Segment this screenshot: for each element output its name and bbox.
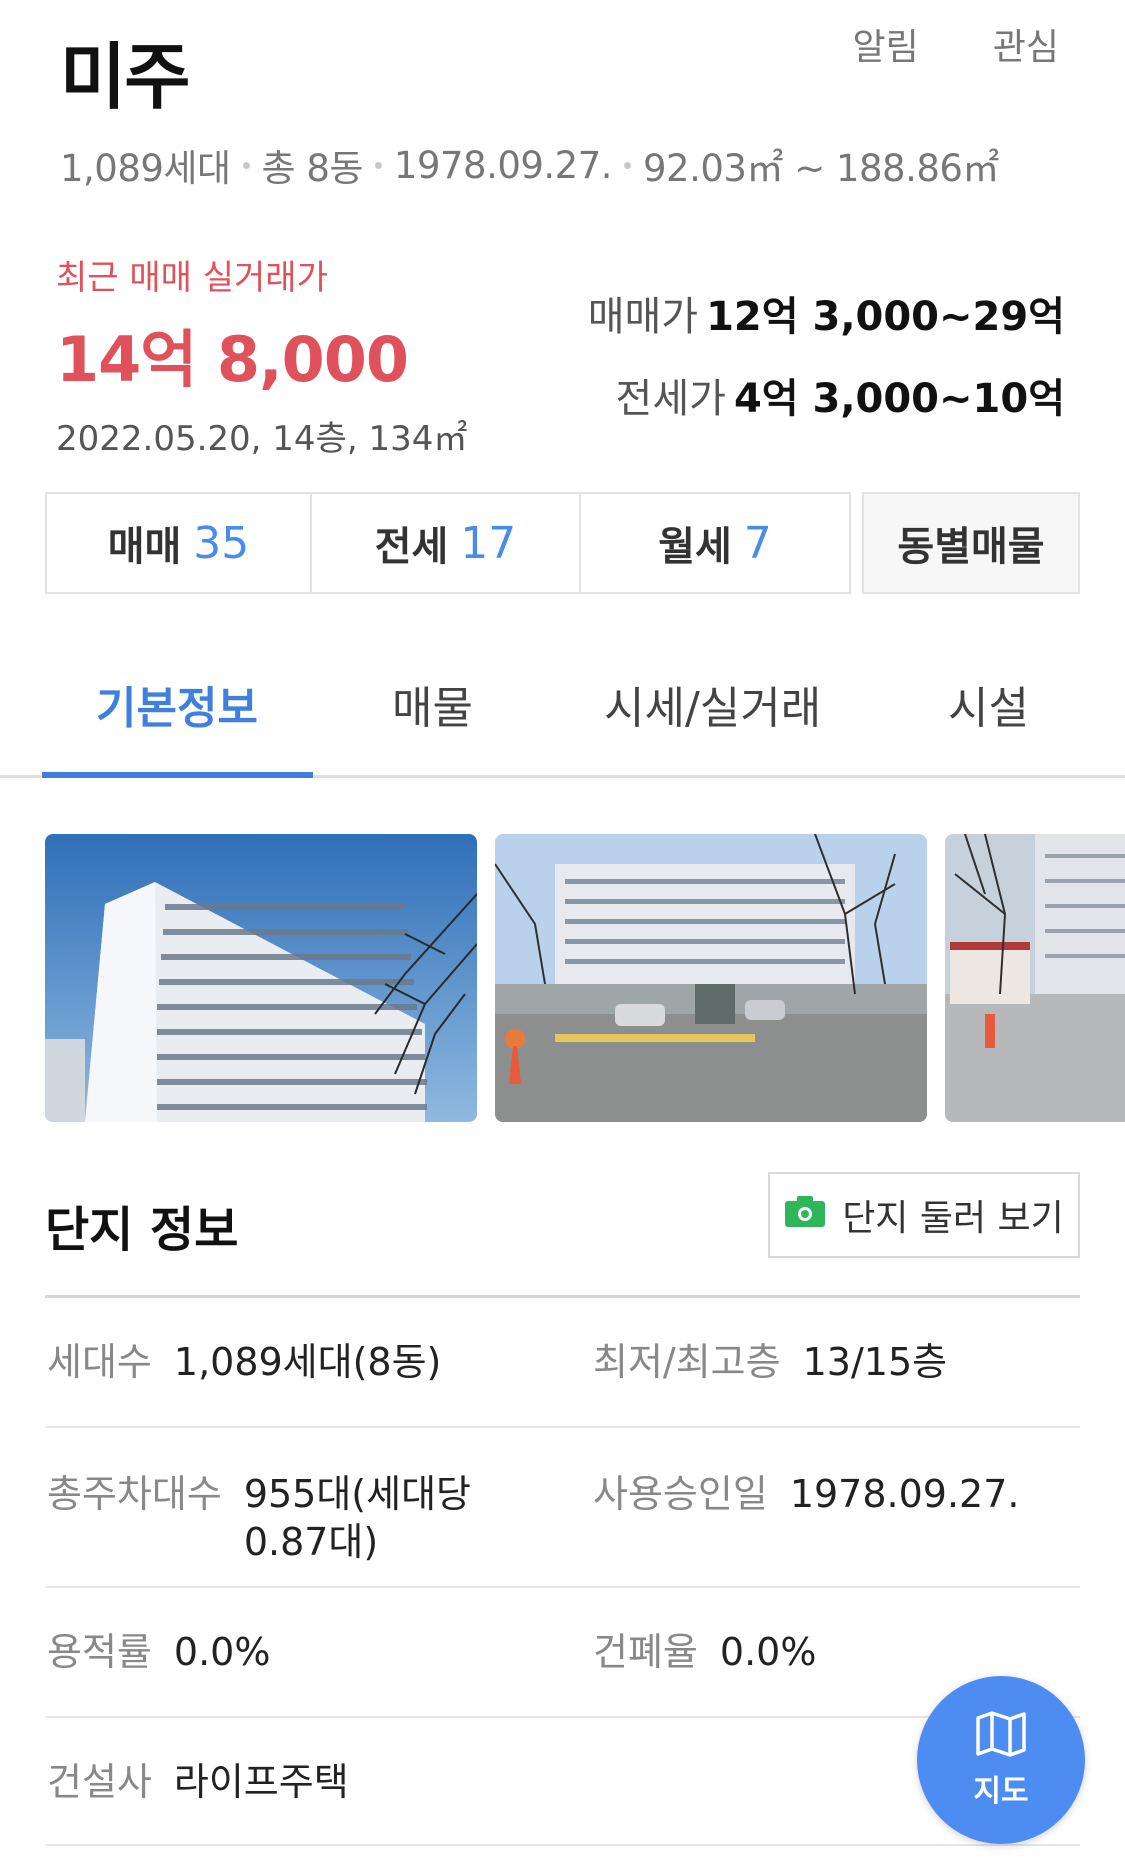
active-tab-indicator — [42, 772, 313, 778]
page-title: 미주 — [60, 35, 190, 119]
info-label: 용적률 — [47, 1630, 152, 1674]
favorite-button[interactable]: 관심 — [993, 18, 1059, 70]
map-button-label: 지도 — [973, 1774, 1029, 1809]
top-actions: 알림 관심 — [853, 18, 1060, 70]
price-range-block: 매매가 12억 3,000~29억 전세가 4억 3,000~10억 — [588, 284, 1065, 448]
by-building-listings-button[interactable]: 동별매물 — [862, 492, 1080, 594]
jeonse-listings-button[interactable]: 전세 17 — [312, 492, 581, 594]
sale-price-label: 매매가 — [587, 294, 699, 340]
info-item: 최저/최고층 13/15층 — [593, 1338, 947, 1386]
info-value: 13/15층 — [802, 1340, 948, 1384]
monthly-rent-listings-count: 7 — [743, 517, 772, 569]
info-item: 사용승인일 1978.09.27. — [593, 1470, 1019, 1518]
info-value: 955대(세대당 0.87대) — [243, 1472, 472, 1564]
tab-listings[interactable]: 매물 — [392, 672, 473, 736]
monthly-rent-listings-label: 월세 — [658, 524, 732, 570]
sale-listings-button[interactable]: 매매 35 — [45, 492, 312, 594]
info-item: 총주차대수 955대(세대당 0.87대) — [47, 1470, 504, 1566]
complex-photo[interactable] — [945, 834, 1125, 1122]
separator-dot — [374, 161, 382, 169]
info-value: 라이프주택 — [173, 1760, 349, 1804]
monthly-rent-listings-button[interactable]: 월세 7 — [581, 492, 851, 594]
sale-price-range: 12억 3,000~29억 — [706, 294, 1065, 340]
sale-price-row: 매매가 12억 3,000~29억 — [588, 284, 1065, 342]
jeonse-listings-count: 17 — [460, 517, 517, 569]
info-item: 건폐율 0.0% — [593, 1628, 816, 1676]
complex-info-header: 단지 정보 단지 둘러 보기 — [45, 1172, 1080, 1292]
info-label: 사용승인일 — [593, 1472, 768, 1516]
alert-button[interactable]: 알림 — [853, 18, 919, 70]
complex-info-title: 단지 정보 — [45, 1202, 239, 1258]
jeonse-price-range: 4억 3,000~10억 — [733, 376, 1065, 422]
map-button[interactable]: 지도 — [917, 1676, 1085, 1844]
info-item: 건설사 라이프주택 — [47, 1758, 349, 1806]
tab-bar: 기본정보 매물 시세/실거래 시설 — [0, 640, 1125, 778]
complex-header: 미주 알림 관심 1,089세대 총 8동 1978.09.27. 92.03㎡… — [0, 0, 1125, 240]
complex-tour-button[interactable]: 단지 둘러 보기 — [768, 1172, 1080, 1258]
info-row: 세대수 1,089세대(8동) 최저/최고층 13/15층 — [45, 1298, 1080, 1428]
complex-tour-label: 단지 둘러 보기 — [842, 1198, 1064, 1239]
jeonse-price-label: 전세가 — [615, 376, 726, 422]
info-value: 1978.09.27. — [789, 1472, 1020, 1516]
listing-count-bar: 매매 35 전세 17 월세 7 동별매물 — [45, 492, 1080, 594]
complex-photo[interactable] — [45, 834, 477, 1122]
separator-dot — [242, 161, 250, 169]
photo-carousel[interactable] — [0, 834, 1125, 1124]
info-item: 용적률 0.0% — [47, 1628, 270, 1676]
tab-price-transactions[interactable]: 시세/실거래 — [604, 672, 821, 736]
info-label: 최저/최고층 — [593, 1340, 781, 1384]
separator-dot — [624, 161, 632, 169]
camera-icon — [784, 1194, 826, 1237]
info-value: 1,089세대(8동) — [173, 1340, 442, 1384]
info-value: 0.0% — [719, 1630, 817, 1674]
recent-price-label: 최근 매매 실거래가 — [56, 258, 328, 298]
info-item: 세대수 1,089세대(8동) — [47, 1338, 441, 1386]
approval-date-text: 1978.09.27. — [393, 143, 613, 187]
households-text: 1,089세대 — [60, 147, 231, 190]
tab-facilities[interactable]: 시설 — [948, 672, 1029, 736]
complex-photo[interactable] — [495, 834, 927, 1122]
complex-summary: 1,089세대 총 8동 1978.09.27. 92.03㎡ ~ 188.86… — [60, 138, 999, 192]
sale-listings-label: 매매 — [107, 524, 182, 570]
jeonse-listings-label: 전세 — [374, 524, 449, 570]
recent-price-value: 14억 8,000 — [56, 323, 409, 396]
jeonse-price-row: 전세가 4억 3,000~10억 — [588, 366, 1065, 424]
tab-basic-info[interactable]: 기본정보 — [96, 672, 258, 736]
info-row: 용적률 0.0% 건폐율 0.0% — [45, 1588, 1080, 1718]
info-label: 총주차대수 — [47, 1472, 222, 1516]
map-icon — [975, 1710, 1027, 1762]
sale-listings-count: 35 — [193, 517, 250, 569]
info-value: 0.0% — [173, 1630, 271, 1674]
recent-price-block: 최근 매매 실거래가 14억 8,000 2022.05.20, 14층, 13… — [56, 250, 467, 460]
recent-price-detail: 2022.05.20, 14층, 134㎡ — [56, 419, 468, 459]
info-label: 세대수 — [47, 1340, 152, 1384]
buildings-text: 총 8동 — [261, 147, 364, 190]
info-label: 건폐율 — [593, 1630, 698, 1674]
info-label: 건설사 — [47, 1760, 152, 1804]
info-row: 총주차대수 955대(세대당 0.87대) 사용승인일 1978.09.27. — [45, 1428, 1080, 1588]
area-range-text: 92.03㎡ ~ 188.86㎡ — [643, 147, 999, 190]
